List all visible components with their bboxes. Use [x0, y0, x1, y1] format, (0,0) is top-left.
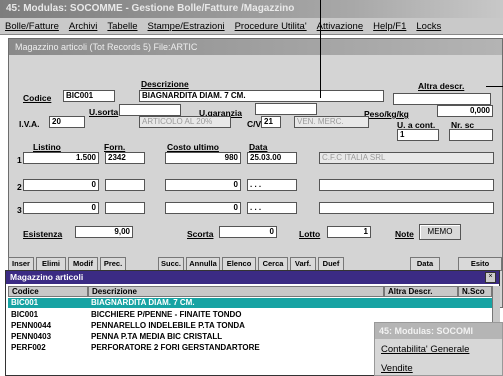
- lookup-col-codice[interactable]: Codice: [8, 286, 88, 297]
- callout-line-altra-descr: [486, 86, 503, 87]
- menu-bolle-fatture[interactable]: Bolle/Fatture: [0, 21, 64, 32]
- forn-field[interactable]: 2342: [105, 152, 145, 164]
- altra-descr-field[interactable]: [393, 93, 491, 105]
- lookup-descrizione: BICCHIERE P/PENNE - FINAITE TONDO: [91, 310, 242, 319]
- data-field[interactable]: . . .: [247, 202, 297, 214]
- lookup-col-altra-descr[interactable]: Altra Descr.: [384, 286, 458, 297]
- lookup-codice: PENN0403: [11, 332, 52, 341]
- altra-descr-label: Altra descr.: [418, 81, 465, 91]
- cv-description: VEN. MERC.: [294, 116, 369, 128]
- cerca-button[interactable]: Cerca: [258, 257, 288, 271]
- table-row[interactable]: BIC001 BICCHIERE P/PENNE - FINAITE TONDO: [8, 310, 492, 320]
- memo-button[interactable]: MEMO: [419, 224, 461, 240]
- row-number: 3: [17, 205, 22, 215]
- elenco-button[interactable]: Elenco: [222, 257, 256, 271]
- succ-button[interactable]: Succ.: [158, 257, 184, 271]
- lookup-codice: PERF002: [11, 343, 46, 352]
- scorta-label: Scorta: [187, 229, 214, 239]
- lookup-codice: BIC001: [11, 298, 39, 307]
- lookup-col-descrizione[interactable]: Descrizione: [88, 286, 384, 297]
- nr-sc-field[interactable]: [449, 129, 493, 141]
- costo-ultimo-field[interactable]: 0: [165, 202, 241, 214]
- modif-button[interactable]: Modif: [68, 257, 98, 271]
- listino-header: Listino: [33, 142, 61, 152]
- cv-field[interactable]: 21: [261, 116, 281, 128]
- inser-button[interactable]: Inser: [8, 257, 34, 271]
- lookup-descrizione: PENNARELLO INDELEBILE P.TA TONDA: [91, 321, 245, 330]
- descrizione-field[interactable]: BIAGNARDITA DIAM. 7 CM.: [139, 90, 384, 102]
- codice-label: Codice: [23, 93, 52, 103]
- lookup-codice: PENN0044: [11, 321, 52, 330]
- row-number: 2: [17, 182, 22, 192]
- u-garanzia-field[interactable]: [255, 103, 317, 115]
- lookup-descrizione: PENNA P.TA MEDIA BIC CRISTALL: [91, 332, 223, 341]
- menu-archivi[interactable]: Archivi: [64, 21, 103, 32]
- app-title-bar: 45: Modulas: SOCOMME - Gestione Bolle/Fa…: [0, 0, 503, 18]
- menu-vendite[interactable]: Vendite: [381, 363, 413, 374]
- fornitore-description: C.F.C ITALIA SRL: [319, 152, 494, 164]
- iva-description: ARTICOLO AL 20%: [139, 116, 231, 128]
- annulla-button[interactable]: Annulla: [186, 257, 220, 271]
- close-icon[interactable]: ×: [485, 272, 496, 283]
- listino-field[interactable]: 0: [23, 179, 99, 191]
- forn-header: Forn.: [104, 142, 126, 152]
- esistenza-field[interactable]: 9,00: [75, 226, 133, 238]
- lookup-descrizione: BIAGNARDITA DIAM. 7 CM.: [91, 298, 195, 307]
- duef-button[interactable]: Duef: [318, 257, 344, 271]
- fornitore-description: [319, 202, 494, 214]
- menu-locks[interactable]: Locks: [411, 21, 446, 32]
- varf-button[interactable]: Varf.: [290, 257, 316, 271]
- elimi-button[interactable]: Elimi: [36, 257, 66, 271]
- esito-button[interactable]: Esito: [458, 257, 502, 271]
- forn-field[interactable]: [105, 202, 145, 214]
- u-sorta-label: U.sorta: [89, 107, 119, 117]
- menu-procedure-utilita[interactable]: Procedure Utilita': [230, 21, 312, 32]
- listino-field[interactable]: 1.500: [23, 152, 99, 164]
- second-app-title: 45: Modulas: SOCOMI: [375, 323, 502, 339]
- lookup-col-nsco[interactable]: N.Sco: [458, 286, 492, 297]
- data-button[interactable]: Data: [410, 257, 440, 271]
- costo-ultimo-field[interactable]: 0: [165, 179, 241, 191]
- row-number: 1: [17, 155, 22, 165]
- codice-field[interactable]: BIC001: [63, 90, 115, 102]
- fornitore-description: [319, 179, 494, 191]
- data-header: Data: [249, 142, 268, 152]
- forn-field[interactable]: [105, 179, 145, 191]
- lotto-label: Lotto: [299, 229, 321, 239]
- lotto-field[interactable]: 1: [327, 226, 371, 238]
- app-menubar: Bolle/Fatture Archivi Tabelle Stampe/Est…: [0, 18, 503, 35]
- costo-ultimo-header: Costo ultimo: [167, 142, 219, 152]
- prec-button[interactable]: Prec.: [100, 257, 126, 271]
- costo-ultimo-field[interactable]: 980: [165, 152, 241, 164]
- note-label: Note: [395, 229, 414, 239]
- peso-label: Peso/kg/kg: [364, 109, 409, 119]
- lookup-descrizione: PERFORATORE 2 FORI GERSTANDARTORE: [91, 343, 260, 352]
- menu-help[interactable]: Help/F1: [368, 21, 411, 32]
- listino-field[interactable]: 0: [23, 202, 99, 214]
- table-row[interactable]: BIC001 BIAGNARDITA DIAM. 7 CM.: [8, 298, 492, 308]
- u-cont-field[interactable]: 1: [397, 129, 439, 141]
- cv-label: C/V: [247, 119, 262, 129]
- data-field[interactable]: . . .: [247, 179, 297, 191]
- lookup-codice: BIC001: [11, 310, 39, 319]
- peso-field[interactable]: 0,000: [437, 105, 493, 117]
- menu-contabilita-generale[interactable]: Contabilita' Generale: [381, 344, 469, 355]
- lookup-title: Magazzino articoli: [6, 271, 499, 284]
- data-field[interactable]: 25.03.00: [247, 152, 297, 164]
- menu-stampe-estrazioni[interactable]: Stampe/Estrazioni: [143, 21, 230, 32]
- u-sorta-field[interactable]: [119, 104, 181, 116]
- menu-tabelle[interactable]: Tabelle: [102, 21, 142, 32]
- descrizione-label: Descrizione: [141, 79, 189, 89]
- form-title-bar: Magazzino articoli (Tot Records 5) File:…: [9, 39, 502, 55]
- scorta-field[interactable]: 0: [219, 226, 277, 238]
- second-app-window[interactable]: 45: Modulas: SOCOMI Contabilita' General…: [374, 322, 503, 376]
- iva-field[interactable]: 20: [49, 116, 85, 128]
- callout-line-descrizione: [320, 0, 321, 98]
- esistenza-label: Esistenza: [23, 229, 63, 239]
- iva-label: I.V.A.: [19, 119, 40, 129]
